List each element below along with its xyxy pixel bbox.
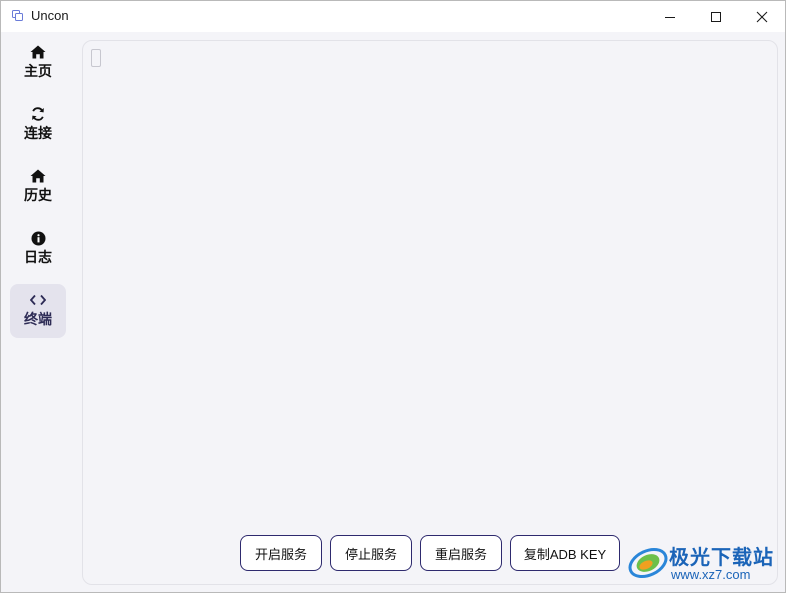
close-button[interactable] <box>739 1 785 32</box>
app-logo-icon <box>12 10 23 21</box>
terminal-actions: 开启服务 停止服务 重启服务 复制ADB KEY <box>240 535 620 571</box>
title-bar: Uncon <box>1 1 785 32</box>
sidebar-item-connect[interactable]: 连接 <box>10 98 66 152</box>
sidebar-item-label: 日志 <box>24 250 52 266</box>
restart-service-button[interactable]: 重启服务 <box>420 535 502 571</box>
sidebar-item-terminal[interactable]: 终端 <box>10 284 66 338</box>
terminal-panel[interactable]: 开启服务 停止服务 重启服务 复制ADB KEY <box>82 40 778 585</box>
maximize-button[interactable] <box>693 1 739 32</box>
watermark-title: 极光下载站 <box>669 545 774 569</box>
minimize-icon <box>665 16 675 18</box>
sidebar-item-label: 连接 <box>24 126 52 142</box>
sidebar-item-log[interactable]: 日志 <box>10 222 66 276</box>
start-service-button[interactable]: 开启服务 <box>240 535 322 571</box>
sync-icon <box>30 106 46 122</box>
home-icon <box>30 168 46 184</box>
copy-adb-key-button[interactable]: 复制ADB KEY <box>510 535 620 571</box>
watermark-logo-icon <box>628 547 668 579</box>
code-icon <box>30 292 46 308</box>
stop-service-button[interactable]: 停止服务 <box>330 535 412 571</box>
close-icon <box>756 11 768 22</box>
minimize-button[interactable] <box>647 1 693 32</box>
watermark-url: www.xz7.com <box>671 567 751 582</box>
maximize-icon <box>711 11 721 22</box>
info-icon <box>30 230 46 246</box>
sidebar-item-home[interactable]: 主页 <box>10 36 66 90</box>
window-title: Uncon <box>31 8 69 23</box>
sidebar-item-label: 终端 <box>24 312 52 328</box>
watermark: 极光下载站 www.xz7.com <box>626 539 781 587</box>
sidebar-item-label: 历史 <box>24 188 52 204</box>
home-icon <box>30 44 46 60</box>
sidebar-nav: 主页 连接 历史 日志 终端 <box>1 32 75 592</box>
terminal-cursor <box>91 49 101 67</box>
app-window: Uncon 主页 连接 历史 日志 终端 开启服务 停止服务 重启服务 复制AD… <box>0 0 786 593</box>
sidebar-item-label: 主页 <box>24 64 52 80</box>
sidebar-item-history[interactable]: 历史 <box>10 160 66 214</box>
